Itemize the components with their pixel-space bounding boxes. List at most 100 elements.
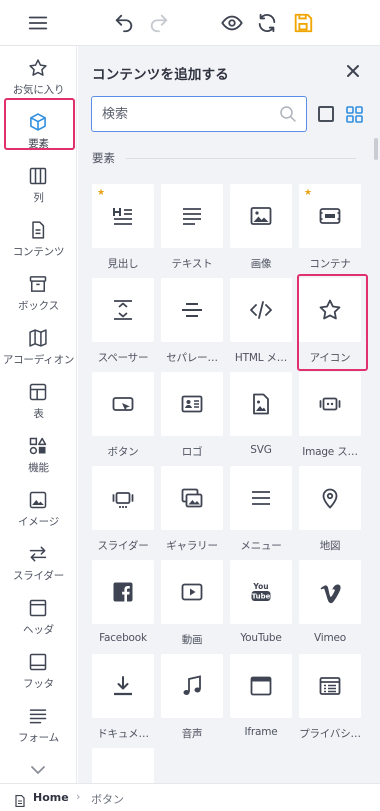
tile-youtube[interactable]: You Tube YouTube [230, 560, 292, 650]
tile-label: Iframe [244, 726, 278, 738]
iframe-icon [250, 676, 272, 696]
tile-label: コンテナ [309, 258, 351, 270]
tile-svg[interactable]: SVG [230, 372, 292, 462]
sidebar-item-features[interactable]: 機能 [0, 430, 76, 484]
tile-label: 見出し [107, 258, 139, 270]
tile-text[interactable]: テキスト [161, 184, 223, 274]
gallery-icon [181, 488, 203, 508]
sidebar-item-table[interactable]: 表 [0, 376, 76, 430]
sidebar-item-label: フォーム [18, 732, 59, 744]
tile-map[interactable]: 地図 [299, 466, 361, 556]
table-icon [28, 382, 48, 402]
undo-icon[interactable] [110, 9, 138, 37]
tile-slider[interactable]: スライダー [92, 466, 154, 556]
document-icon [15, 792, 25, 808]
tile-logo[interactable]: ロゴ [161, 372, 223, 462]
tile-vimeo[interactable]: Vimeo [299, 560, 361, 650]
code-icon [250, 301, 272, 319]
tile-facebook[interactable]: Facebook [92, 560, 154, 650]
panel-title: コンテンツを追加する [92, 67, 229, 83]
sidebar-item-contents[interactable]: コンテンツ [0, 214, 76, 268]
sidebar-item-elements[interactable]: 要素 [0, 106, 76, 160]
search-icon[interactable] [279, 105, 297, 123]
favorite-star-icon: ★ [97, 188, 106, 198]
tile-icon[interactable]: アイコン [299, 278, 361, 368]
menu-icon [252, 491, 270, 505]
sidebar-item-form[interactable]: フォーム [0, 700, 76, 754]
tile-container[interactable]: ★ コンテナ [299, 184, 361, 274]
tile-privacy[interactable]: プライバシ… [299, 654, 361, 744]
favorite-star-icon: ★ [304, 188, 313, 198]
tile-audio[interactable]: 音声 [161, 654, 223, 744]
sidebar-item-columns[interactable]: 列 [0, 160, 76, 214]
sidebar-item-label: イメージ [18, 516, 59, 528]
sidebar-item-label: ボックス [18, 300, 59, 312]
sidebar-item-label: ヘッダ [23, 624, 54, 636]
tile-menu[interactable]: メニュー [230, 466, 292, 556]
tile-label: スペーサー [97, 352, 149, 364]
privacy-icon [319, 677, 341, 695]
tile-label: 動画 [181, 634, 203, 646]
tile-video[interactable]: 動画 [161, 560, 223, 650]
grid-view-toggle[interactable] [346, 106, 363, 123]
breadcrumb-separator: › [76, 790, 81, 803]
container-icon [319, 208, 341, 224]
accordion-icon [28, 328, 48, 348]
sidebar-item-slider[interactable]: スライダー [0, 538, 76, 592]
tile-partial[interactable] [92, 748, 154, 783]
image-icon [250, 207, 272, 225]
add-content-panel: コンテンツを追加する 要素 ★ 見出し テキスト 画像 ★ [78, 46, 380, 783]
tile-label: HTML メ… [234, 352, 288, 364]
tile-gallery[interactable]: ギャラリー [161, 466, 223, 556]
svg-text:You: You [252, 582, 268, 591]
tile-iframe[interactable]: Iframe [230, 654, 292, 744]
facebook-icon [113, 582, 133, 602]
arrows-icon [28, 544, 48, 564]
sidebar-item-favorites[interactable]: お気に入り [0, 52, 76, 106]
close-icon[interactable] [344, 62, 362, 80]
sidebar-item-header[interactable]: ヘッダ [0, 592, 76, 646]
map-pin-icon [322, 488, 338, 509]
button-icon [112, 397, 134, 411]
star-icon [28, 58, 48, 78]
refresh-icon[interactable] [253, 9, 281, 37]
search-input[interactable] [102, 105, 272, 123]
eye-icon[interactable] [218, 9, 246, 37]
form-icon [28, 706, 48, 726]
tile-spacer[interactable]: スペーサー [92, 278, 154, 368]
tile-label: Facebook [99, 632, 147, 644]
tile-image[interactable]: 画像 [230, 184, 292, 274]
sidebar-item-box[interactable]: ボックス [0, 268, 76, 322]
sidebar-item-label: お気に入り [12, 84, 65, 96]
separator-icon [182, 303, 202, 317]
list-view-toggle[interactable] [318, 106, 334, 122]
breadcrumb-home[interactable]: Home [33, 791, 69, 804]
tile-button[interactable]: ボタン [92, 372, 154, 462]
breadcrumb-current[interactable]: ボタン [91, 791, 124, 807]
tile-image-slider[interactable]: Image ス… [299, 372, 361, 462]
tile-document[interactable]: ドキュメ… [92, 654, 154, 744]
footer-icon [28, 652, 48, 672]
sidebar-item-footer[interactable]: フッタ [0, 646, 76, 700]
chevron-down-icon[interactable] [28, 762, 48, 778]
category-sidebar: お気に入り 要素 列 コンテンツ ボックス アコーディオン 表 機能 イメージ … [0, 46, 77, 783]
youtube-icon: You Tube [251, 582, 271, 601]
sidebar-item-label: 機能 [28, 462, 49, 474]
tile-separator[interactable]: セパレー… [161, 278, 223, 368]
tile-label: プライバシ… [299, 728, 361, 740]
tile-label: セパレー… [166, 352, 218, 364]
tile-label: YouTube [240, 632, 282, 644]
sidebar-item-label: フッタ [23, 678, 54, 690]
tile-label: Image ス… [302, 446, 358, 458]
sidebar-item-accordion[interactable]: アコーディオン [0, 322, 76, 376]
tile-label: SVG [250, 444, 272, 456]
hamburger-menu-icon[interactable] [24, 9, 52, 37]
save-icon[interactable] [289, 9, 317, 37]
tile-html[interactable]: HTML メ… [230, 278, 292, 368]
slider-icon [112, 492, 134, 508]
panel-scrollbar[interactable] [374, 138, 378, 160]
sidebar-item-image[interactable]: イメージ [0, 484, 76, 538]
music-icon [183, 675, 201, 695]
tile-heading[interactable]: ★ 見出し [92, 184, 154, 274]
redo-icon[interactable] [145, 9, 173, 37]
